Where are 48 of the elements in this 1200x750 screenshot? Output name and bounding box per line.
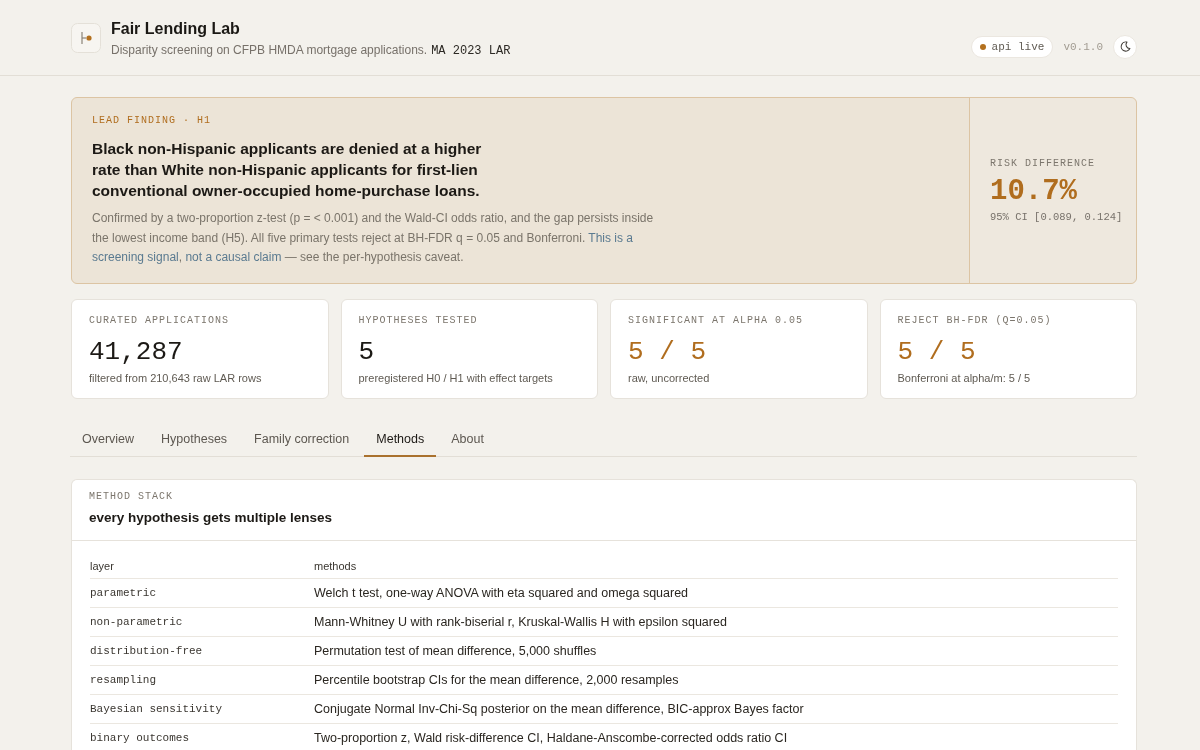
stat-value: 5 / 5: [897, 335, 977, 368]
column-header: layer: [90, 560, 115, 572]
table-cell-text: non-parametric: [90, 615, 184, 628]
api-status-label: api live: [991, 40, 1045, 53]
status-dot-icon: [979, 43, 986, 50]
version-label: v0.1.0: [1063, 40, 1103, 53]
table-cell-text: Conjugate Normal Inv-Chi-Sq posterior on the mean difference, BIC-approx Bayes factor: [314, 701, 805, 716]
stat-note: filtered from 210,643 raw LAR rows: [89, 371, 263, 384]
finding-description: Confirmed by a two-proportion z-test (p = < 0.001) and the Wald-CI odds ratio, and the gap persists inside the lowest income band (H5). All five primary tests reject at BH-FDR q = 0.05 and Bonferroni. This is a screening signal, not a causal claim — see the per-hypothesis caveat.: [92, 210, 655, 266]
column-header: methods: [314, 560, 358, 572]
app-title: Fair Lending Lab: [111, 19, 241, 38]
finding-headline: Black non-Hispanic applicants are denied at a higher rate than White non-Hispanic applicants for first-lien conventional owner-occupied home-purchase loans.: [92, 139, 483, 201]
finding-eyebrow: LEAD FINDING · H1: [92, 114, 213, 128]
stat-note: preregistered H0 / H1 with effect targets: [358, 371, 554, 384]
table-cell-text: distribution-free: [90, 644, 204, 657]
metric-ci: 95% CI [0.089, 0.124]: [990, 211, 1124, 224]
dataset-label: MA 2023 LAR: [431, 44, 511, 58]
nav-tab[interactable]: Family correction: [242, 419, 362, 457]
logo-icon: [71, 22, 101, 53]
table-cell-text: Percentile bootstrap CIs for the mean difference, 2,000 resamples: [314, 672, 680, 687]
metric-label: RISK DIFFERENCE: [990, 157, 1096, 172]
stat-value: 5 / 5: [628, 335, 707, 368]
stat-label: HYPOTHESES TESTED: [358, 313, 479, 328]
nav-tab[interactable]: Hypotheses: [149, 419, 240, 457]
section-title: every hypothesis gets multiple lenses: [89, 508, 334, 527]
stat-note: Bonferroni at alpha/m: 5 / 5: [897, 371, 1032, 384]
stat-note: raw, uncorrected: [628, 371, 711, 384]
moon-icon: [1119, 41, 1131, 52]
table-cell-text: Welch t test, one-way ANOVA with eta squared and omega squared: [314, 585, 690, 600]
stat-label: REJECT BH-FDR (Q=0.05): [897, 313, 1053, 328]
stat-value: 5: [358, 335, 376, 368]
stat-value: 41,287: [89, 335, 184, 368]
table-cell-text: parametric: [90, 586, 157, 599]
metric-value: 10.7%: [990, 175, 1078, 210]
nav-tab[interactable]: About: [439, 419, 496, 457]
app-subtitle: Disparity screening on CFPB HMDA mortgage applications.: [111, 43, 428, 57]
table-cell-text: resampling: [90, 673, 157, 686]
table-cell-text: Mann-Whitney U with rank-biserial r, Kruskal-Wallis H with epsilon squared: [314, 614, 728, 629]
stat-label: CURATED APPLICATIONS: [89, 313, 231, 328]
table-cell-text: Bayesian sensitivity: [90, 702, 224, 715]
section-eyebrow: METHOD STACK: [89, 489, 174, 504]
nav-tab[interactable]: Methods: [364, 419, 437, 457]
table-cell-text: Permutation test of mean difference, 5,000 shuffles: [314, 643, 598, 658]
theme-toggle-button[interactable]: [1113, 34, 1137, 59]
nav-tab[interactable]: Overview: [70, 419, 147, 457]
stat-label: SIGNIFICANT AT ALPHA 0.05: [628, 313, 805, 328]
table-cell-text: Two-proportion z, Wald risk-difference CI, Haldane-Anscombe-corrected odds ratio CI: [314, 731, 789, 745]
table-cell-text: binary outcomes: [90, 732, 191, 744]
